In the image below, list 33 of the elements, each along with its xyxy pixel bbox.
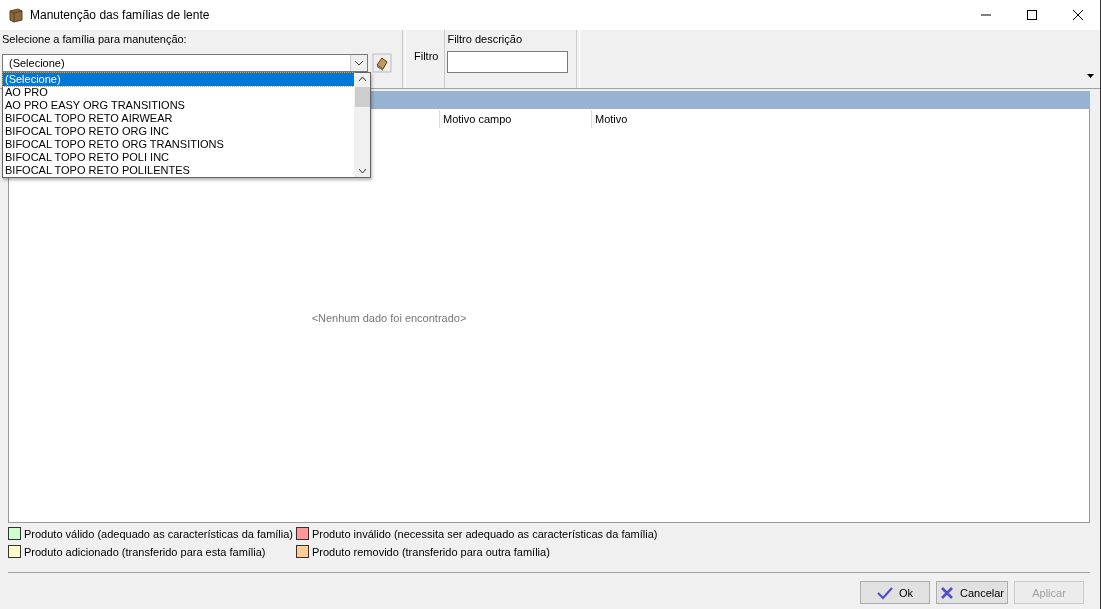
chevron-up-icon[interactable] [357,76,367,82]
empty-message: <Nenhum dado foi encontrado> [311,311,467,324]
scrollbar[interactable] [354,73,370,177]
dropdown-arrow-icon[interactable] [1087,74,1094,78]
family-option[interactable]: AO PRO EASY ORG TRANSITIONS [3,99,354,112]
filter-label: Filtro descrição [447,33,524,47]
family-option[interactable]: BIFOCAL TOPO RETO POLILENTES [3,164,354,177]
family-option[interactable]: BIFOCAL TOPO RETO ORG TRANSITIONS [3,138,354,151]
cross-icon [940,585,954,600]
maximize-icon[interactable] [1026,9,1038,21]
close-icon[interactable] [1072,9,1084,21]
family-option[interactable]: BIFOCAL TOPO RETO AIRWEAR [3,112,354,125]
scrollbar-thumb[interactable] [354,87,370,107]
box-icon [8,7,24,23]
family-label: Selecione a família para manutenção: [2,33,188,47]
filter-button[interactable]: Filtro [408,30,445,82]
legend-label: Produto removido (transferido para outra família) [312,545,550,558]
legend-label: Produto inválido (necessita ser adequado as características da família) [312,527,658,540]
chevron-down-icon[interactable] [357,168,367,174]
column-header[interactable]: Motivo campo [439,110,591,128]
legend-label: Produto válido (adequado as características da família) [24,527,294,540]
family-dropdown[interactable]: (Selecione) [2,54,368,72]
legend-label: Produto adicionado (transferido para esta família) [24,545,266,558]
family-option[interactable]: (Selecione) [3,73,354,86]
checkmark-icon [876,585,893,600]
ok-button[interactable]: Ok [860,581,930,604]
family-option[interactable]: AO PRO [3,86,354,99]
column-header[interactable]: Motivo [591,110,743,128]
family-option[interactable]: BIFOCAL TOPO RETO POLI INC [3,151,354,164]
filter-field[interactable] [447,51,569,73]
family-option[interactable]: BIFOCAL TOPO RETO ORG INC [3,125,354,138]
window-title: Manutenção das famílias de lente [30,8,210,22]
cancel-button[interactable]: Cancelar [936,581,1008,604]
